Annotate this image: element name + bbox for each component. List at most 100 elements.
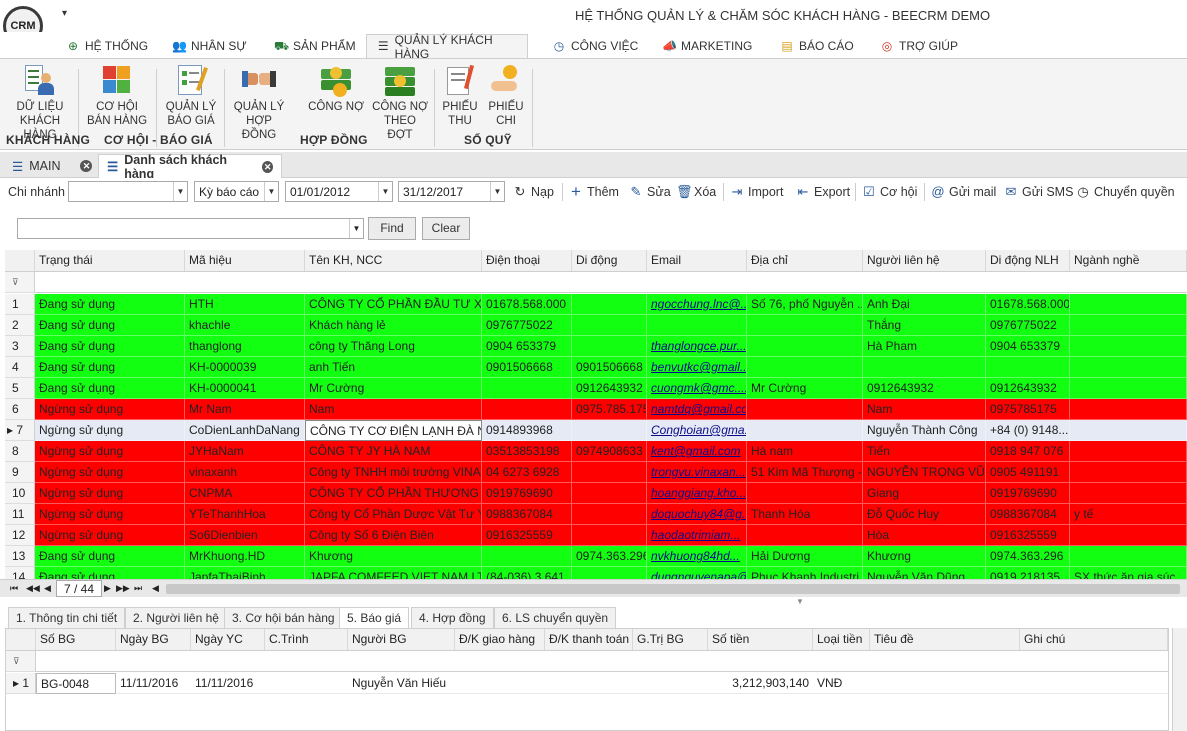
- ribbon-cong-no-button[interactable]: CÔNG NỢ: [306, 63, 366, 114]
- table-row[interactable]: 4 Đang sử dụng KH-0000039 anh Tiến 090150666…: [5, 357, 1187, 378]
- column-header[interactable]: Địa chỉ: [747, 250, 863, 271]
- clear-button[interactable]: Clear: [422, 217, 470, 240]
- column-header[interactable]: Số BG: [36, 629, 116, 650]
- table-row[interactable]: 10 Ngừng sử dụng CNPMA CÔNG TY CỔ PHẦN THƯƠ…: [5, 483, 1187, 504]
- table-row[interactable]: 12 Ngừng sử dụng So6Dienbien Công ty Số 6 Đ…: [5, 525, 1187, 546]
- ribbon-cong-no-theo-dot-button[interactable]: CÔNG NỢ THEO ĐỢT: [370, 63, 430, 142]
- tab-ls-chuyen-quyen[interactable]: 6. LS chuyển quyền: [494, 607, 617, 628]
- column-header[interactable]: Người BG: [348, 629, 455, 650]
- next-fast-icon[interactable]: ▶▶: [116, 583, 130, 594]
- tab-hop-dong[interactable]: 4. Hợp đồng: [411, 607, 494, 628]
- column-header[interactable]: Mã hiệu: [185, 250, 305, 271]
- column-header[interactable]: Ghi chú: [1020, 629, 1168, 650]
- quick-access-dropdown-icon[interactable]: ▾: [62, 8, 67, 19]
- tab-nhan-su[interactable]: 👥 NHÂN SỰ: [162, 34, 257, 58]
- quote-row[interactable]: ▸ 1 BG-0048 11/11/2016 11/11/2016 Nguyễn…: [6, 673, 1168, 694]
- email-cell[interactable]: namtdq@gmail.com: [647, 399, 747, 420]
- column-header[interactable]: Di động: [572, 250, 647, 271]
- send-mail-button[interactable]: @ Gửi mail: [931, 183, 996, 201]
- column-header[interactable]: Điện thoại: [482, 250, 572, 271]
- column-header[interactable]: Đ/K thanh toán: [545, 629, 633, 650]
- search-input[interactable]: ▼: [17, 218, 364, 239]
- close-icon[interactable]: ✕: [262, 160, 273, 173]
- edit-button[interactable]: ✎ Sửa: [629, 183, 671, 201]
- tab-bao-gia[interactable]: 5. Báo giá: [339, 607, 410, 628]
- email-cell[interactable]: haodaotrimiam...: [647, 525, 747, 546]
- quote-number[interactable]: BG-0048: [36, 673, 116, 694]
- email-cell[interactable]: kent@gmail.com: [647, 441, 747, 462]
- ribbon-phieu-thu-button[interactable]: PHIẾU THU: [440, 63, 480, 128]
- grid-filter-row[interactable]: ⊽: [5, 272, 1187, 293]
- horizontal-scrollbar[interactable]: [166, 584, 1180, 594]
- import-button[interactable]: ⇥ Import: [730, 183, 784, 201]
- tab-bao-cao[interactable]: ▤ BÁO CÁO: [770, 34, 864, 58]
- export-button[interactable]: ⇤ Export: [796, 183, 851, 201]
- email-cell[interactable]: cuongmk@gmc....: [647, 378, 747, 399]
- vertical-scrollbar[interactable]: [1172, 628, 1187, 731]
- column-header[interactable]: Số tiền: [708, 629, 813, 650]
- table-row[interactable]: 9 Ngừng sử dụng vinaxanh Công ty TNHH môi t…: [5, 462, 1187, 483]
- transfer-ownership-button[interactable]: ◷ Chuyển quyền: [1076, 183, 1174, 201]
- doc-tab-danh-sach-khach-hang[interactable]: ☰ Danh sách khách hàng ✕: [98, 153, 282, 181]
- table-row[interactable]: 13 Đang sử dụng MrKhuong.HD Khương 0974.363.…: [5, 546, 1187, 567]
- quote-filter-row[interactable]: ⊽: [6, 651, 1168, 672]
- tab-he-thong[interactable]: ⊕ HỆ THỐNG: [56, 34, 158, 58]
- table-row[interactable]: 1 Đang sử dụng HTH CÔNG TY CỔ PHẦN ĐẦU TƯ X…: [5, 294, 1187, 315]
- tab-nguoi-lien-he[interactable]: 2. Người liên hệ: [125, 607, 227, 628]
- reload-button[interactable]: ↻ Nạp: [513, 183, 554, 201]
- table-row[interactable]: 2 Đang sử dụng khachle Khách hàng lẻ 0976775…: [5, 315, 1187, 336]
- first-page-icon[interactable]: ⏮: [10, 583, 18, 594]
- column-header[interactable]: Loại tiền: [813, 629, 870, 650]
- email-cell[interactable]: doquochuy84@g...: [647, 504, 747, 525]
- column-header[interactable]: C.Trình: [265, 629, 348, 650]
- tab-thong-tin-chi-tiet[interactable]: 1. Thông tin chi tiết: [8, 607, 126, 628]
- tab-san-pham[interactable]: ⛟ SẢN PHẨM: [264, 34, 366, 58]
- send-sms-button[interactable]: ✉ Gửi SMS: [1004, 183, 1074, 201]
- column-header[interactable]: Ngày BG: [116, 629, 191, 650]
- column-header[interactable]: Người liên hệ: [863, 250, 986, 271]
- table-row[interactable]: 5 Đang sử dụng KH-0000041 Mr Cường 091264393…: [5, 378, 1187, 399]
- email-cell[interactable]: nvkhuong84hd...: [647, 546, 747, 567]
- column-header[interactable]: Di động NLH: [986, 250, 1070, 271]
- column-header[interactable]: Đ/K giao hàng: [455, 629, 545, 650]
- email-cell[interactable]: benvutkc@gmail....: [647, 357, 747, 378]
- last-page-icon[interactable]: ⏭: [134, 583, 142, 594]
- email-cell[interactable]: [647, 315, 747, 336]
- email-cell[interactable]: trongvu.vinaxan...: [647, 462, 747, 483]
- table-row[interactable]: 3 Đang sử dụng thanglong công ty Thăng Long…: [5, 336, 1187, 357]
- table-row[interactable]: 8 Ngừng sử dụng JYHaNam CÔNG TY JY HÀ NAM 03…: [5, 441, 1187, 462]
- email-cell[interactable]: thanglongce.pur...: [647, 336, 747, 357]
- tab-quan-ly-khach-hang[interactable]: ☰ QUẢN LÝ KHÁCH HÀNG: [366, 33, 528, 61]
- tab-tro-giup[interactable]: ◎ TRỢ GIÚP: [870, 34, 968, 58]
- table-row[interactable]: 6 Ngừng sử dụng Mr Nam Nam 0975.785.175 namtd…: [5, 399, 1187, 420]
- prev-icon[interactable]: ◀: [44, 583, 51, 594]
- ribbon-quan-ly-hop-dong-button[interactable]: QUẢN LÝ HỢP ĐỒNG: [228, 63, 290, 142]
- column-header[interactable]: Tên KH, NCC: [305, 250, 482, 271]
- table-row[interactable]: 11 Ngừng sử dụng YTeThanhHoa Công ty Cổ Phầ…: [5, 504, 1187, 525]
- email-cell[interactable]: ngocchung.lnc@...: [647, 294, 747, 315]
- column-header[interactable]: Ngành nghề: [1070, 250, 1187, 271]
- tab-marketing[interactable]: 📣 MARKETING: [652, 34, 762, 58]
- column-header[interactable]: Ngày YC: [191, 629, 265, 650]
- find-button[interactable]: Find: [368, 217, 416, 240]
- ribbon-phieu-chi-button[interactable]: PHIẾU CHI: [486, 63, 526, 128]
- ribbon-du-lieu-khach-hang-button[interactable]: DỮ LIỆU KHÁCH HÀNG: [6, 63, 74, 142]
- period-select[interactable]: Kỳ báo cáo ▼: [194, 181, 279, 202]
- date-to-input[interactable]: 31/12/2017 ▼: [398, 181, 505, 202]
- ribbon-co-hoi-ban-hang-button[interactable]: CƠ HỘI BÁN HÀNG: [86, 63, 148, 128]
- email-cell[interactable]: hoanggiang.kho...: [647, 483, 747, 504]
- doc-tab-main[interactable]: ☰ MAIN ✕: [4, 154, 100, 178]
- ribbon-quan-ly-bao-gia-button[interactable]: QUẢN LÝ BÁO GIÁ: [162, 63, 220, 128]
- table-row[interactable]: ▸ 7 Ngừng sử dụng CoDienLanhDaNang CÔNG TY …: [5, 420, 1187, 441]
- prev-fast-icon[interactable]: ◀◀: [26, 583, 40, 594]
- close-icon[interactable]: ✕: [80, 160, 93, 172]
- column-header[interactable]: Tiêu đề: [870, 629, 1020, 650]
- tab-co-hoi-ban-hang[interactable]: 3. Cơ hội bán hàng: [224, 607, 343, 628]
- branch-select[interactable]: ▼: [68, 181, 188, 202]
- add-button[interactable]: + Thêm: [569, 183, 619, 201]
- email-cell[interactable]: Conghoian@gma...: [647, 420, 747, 441]
- column-header[interactable]: Trạng thái: [35, 250, 185, 271]
- scroll-left-icon[interactable]: ◀: [152, 583, 159, 594]
- opportunity-button[interactable]: ☑ Cơ hội: [862, 183, 917, 201]
- tab-cong-viec[interactable]: ◷ CÔNG VIỆC: [542, 34, 648, 58]
